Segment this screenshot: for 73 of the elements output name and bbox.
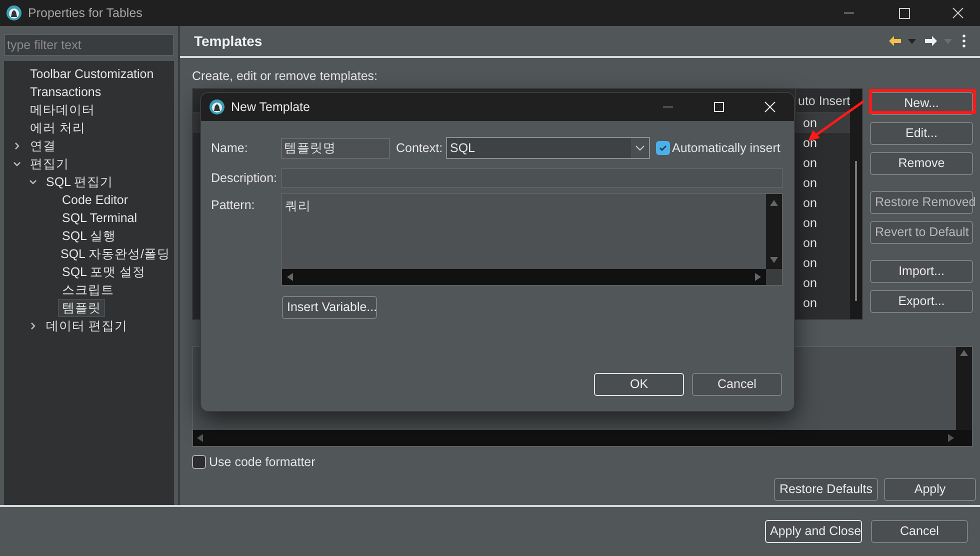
- pattern-label: Pattern:: [211, 197, 256, 214]
- apply-button[interactable]: Apply: [884, 478, 976, 501]
- chevron-down-icon[interactable]: [631, 138, 649, 158]
- more-options-icon[interactable]: [962, 34, 966, 48]
- table-cell-text: on: [803, 115, 817, 132]
- tree-item[interactable]: 데이터 편집기: [42, 317, 132, 335]
- scrollbar-corner: [766, 269, 782, 285]
- scroll-left-icon[interactable]: [287, 273, 293, 281]
- context-dropdown[interactable]: SQL: [446, 137, 650, 159]
- cancel-button[interactable]: Cancel: [692, 373, 782, 396]
- chevron-right-icon[interactable]: [28, 321, 38, 331]
- tree-item[interactable]: SQL 자동완성/폴딩: [56, 245, 174, 263]
- side-button[interactable]: Edit...: [870, 122, 973, 145]
- maximize-icon[interactable]: [899, 8, 910, 18]
- side-button[interactable]: Export...: [870, 290, 973, 313]
- vertical-scrollbar[interactable]: [956, 347, 972, 430]
- dialog-title: New Template: [231, 98, 310, 116]
- chevron-right-icon[interactable]: [12, 141, 22, 151]
- dropdown-caret-icon[interactable]: [908, 38, 916, 44]
- table-cell-text: on: [803, 215, 817, 232]
- scroll-up-icon[interactable]: [770, 200, 778, 206]
- tree-item[interactable]: 템플릿: [58, 299, 105, 317]
- restore-defaults-button[interactable]: Restore Defaults: [774, 478, 878, 501]
- ok-button[interactable]: OK: [594, 373, 684, 396]
- tree-item[interactable]: SQL 포맷 설정: [58, 263, 150, 281]
- tree-item[interactable]: 편집기: [26, 155, 73, 173]
- checkbox-label[interactable]: Automatically insert: [672, 138, 780, 158]
- side-button[interactable]: Remove: [870, 152, 973, 175]
- forward-arrow-icon[interactable]: [924, 35, 938, 47]
- scroll-up-icon[interactable]: [960, 350, 968, 356]
- insert-variable-button[interactable]: Insert Variable...: [282, 296, 377, 319]
- tree-item[interactable]: SQL 편집기: [42, 173, 118, 191]
- table-cell-text: on: [803, 275, 817, 292]
- tree-item[interactable]: Toolbar Customization: [26, 65, 158, 83]
- cancel-button[interactable]: Cancel: [871, 520, 968, 543]
- apply-and-close-button[interactable]: Apply and Close: [765, 520, 862, 543]
- window-title: Properties for Tables: [28, 4, 142, 22]
- page-description: Create, edit or remove templates:: [192, 68, 378, 84]
- checkbox[interactable]: [192, 455, 206, 470]
- vertical-scrollbar[interactable]: [850, 89, 862, 319]
- checkbox-label[interactable]: Use code formatter: [209, 453, 316, 472]
- name-label: Name:: [211, 140, 249, 157]
- scroll-right-icon[interactable]: [948, 434, 954, 442]
- table-cell-text: on: [803, 255, 817, 272]
- checkmark-icon: [658, 143, 668, 153]
- tree-item[interactable]: SQL 실행: [58, 227, 120, 245]
- description-label: Description:: [211, 170, 278, 187]
- tree-item[interactable]: 에러 처리: [26, 119, 90, 137]
- tree-item[interactable]: Code Editor: [58, 191, 132, 209]
- horizontal-scrollbar[interactable]: [193, 430, 972, 446]
- close-icon[interactable]: [952, 7, 964, 19]
- side-button[interactable]: Import...: [870, 260, 973, 283]
- filter-field[interactable]: type filter text: [4, 34, 174, 56]
- table-cell-text: on: [803, 155, 817, 172]
- horizontal-scrollbar[interactable]: [282, 269, 766, 285]
- checkbox[interactable]: [656, 141, 670, 155]
- scroll-right-icon[interactable]: [755, 273, 761, 281]
- scroll-down-icon[interactable]: [770, 257, 778, 263]
- app-logo-icon: [6, 5, 22, 21]
- vertical-scrollbar[interactable]: [766, 194, 782, 269]
- tree-item[interactable]: SQL Terminal: [58, 209, 142, 227]
- table-cell-text: on: [803, 235, 817, 252]
- name-field[interactable]: 템플릿명: [281, 138, 390, 158]
- app-logo-icon: [209, 99, 225, 115]
- tree-item[interactable]: 연결: [26, 137, 60, 155]
- pattern-editor[interactable]: 쿼리: [281, 193, 783, 286]
- tree-item[interactable]: Transactions: [26, 83, 106, 101]
- back-arrow-icon[interactable]: [888, 35, 902, 47]
- context-label: Context:: [396, 140, 444, 157]
- page-title: Templates: [194, 32, 262, 51]
- tree-item[interactable]: 스크립트: [58, 281, 118, 299]
- scroll-left-icon[interactable]: [197, 434, 203, 442]
- tree-item[interactable]: 메타데이터: [26, 101, 99, 119]
